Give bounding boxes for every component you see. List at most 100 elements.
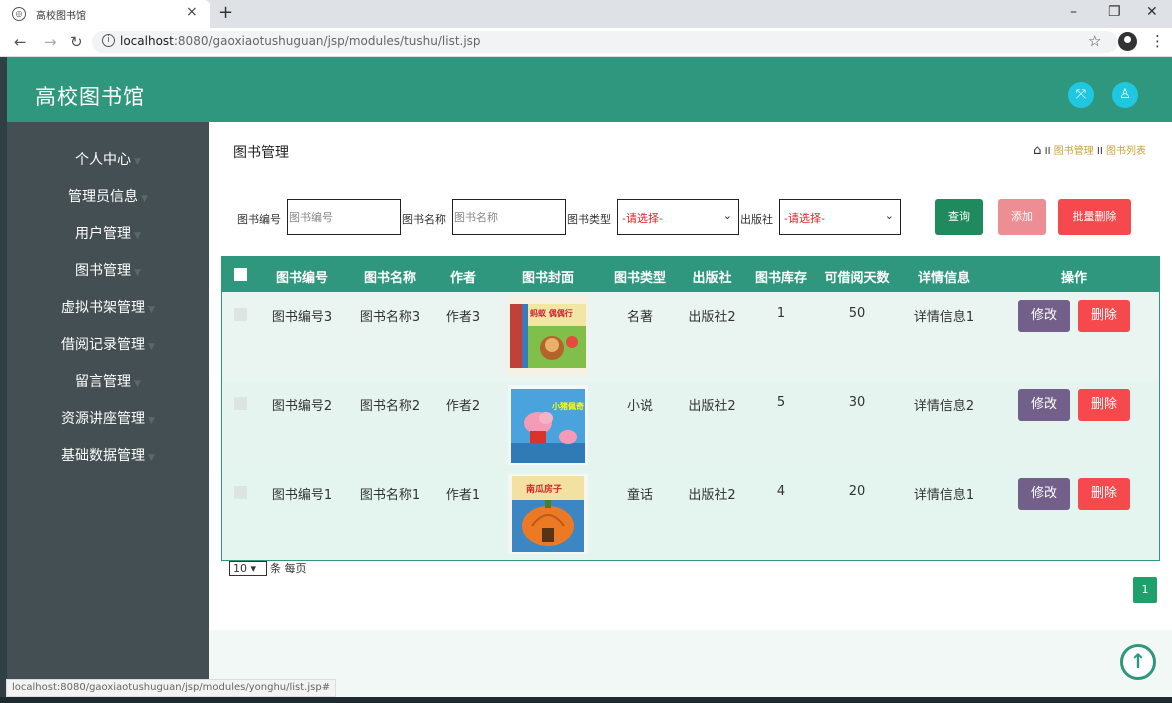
select-all-checkbox[interactable] <box>234 268 247 281</box>
cell-type: 小说 <box>626 399 653 414</box>
breadcrumb-book-management[interactable]: 图书管理 <box>1054 146 1094 157</box>
chevron-down-icon: ⌄ <box>722 209 732 222</box>
bookmark-star-icon[interactable]: ☆ <box>1088 32 1101 50</box>
breadcrumb-book-list[interactable]: 图书列表 <box>1106 146 1146 157</box>
header-book-code: 图书编号 <box>275 271 328 286</box>
cell-detail: 详情信息1 <box>913 488 975 503</box>
edit-button[interactable]: 修改 <box>1018 478 1070 510</box>
cover-title: 蚂蚁 偶偶行 <box>530 309 573 318</box>
table-row: 图书编号1 图书名称1 作者1 南瓜房子 童话 出版社2 4 20 详情信息1 <box>222 470 1159 560</box>
reload-icon[interactable]: ↻ <box>70 33 83 51</box>
book-type-value: -请选择- <box>622 212 663 225</box>
url-input[interactable]: i localhost:8080/gaoxiaotushuguan/jsp/mo… <box>92 31 1118 53</box>
sidebar: 个人中心 ▼ 管理员信息 ▼ 用户管理 ▼ 图书管理 ▼ 虚拟书架管理 ▼ 借阅记录管理 ▼… <box>7 122 209 697</box>
delete-button[interactable]: 删除 <box>1078 300 1130 332</box>
app-header: 高校图书馆 ⤧ ♙ <box>7 57 1172 122</box>
book-table: 图书编号 图书名称 作者 图书封面 图书类型 出版社 图书库存 可借阅天数 详情… <box>221 256 1160 561</box>
sidebar-item-borrow-records[interactable]: 借阅记录管理 ▼ <box>7 334 209 354</box>
delete-button[interactable]: 删除 <box>1078 478 1130 510</box>
edit-button[interactable]: 修改 <box>1018 300 1070 332</box>
user-icon[interactable]: ♙ <box>1112 82 1138 108</box>
header-publisher: 出版社 <box>692 271 732 286</box>
book-cover-image: 南瓜房子 <box>508 474 588 554</box>
table-row: 图书编号2 图书名称2 作者2 小猪佩奇 小说 出版社2 5 30 详情信息2 <box>222 381 1159 470</box>
caret-down-icon: ▼ <box>148 453 155 463</box>
browser-tab-bar: ◎ 高校图书馆 × + – ❐ ✕ <box>0 0 1172 28</box>
row-checkbox[interactable] <box>234 308 247 321</box>
header-type: 图书类型 <box>613 271 666 286</box>
book-cover-image: 小猪佩奇 <box>508 385 588 465</box>
cell-stock: 1 <box>776 306 786 321</box>
main-content: 图书管理 ⌂ II 图书管理 II 图书列表 图书编号 图书编号 图书名称 图书… <box>209 122 1172 630</box>
cell-book-code: 图书编号1 <box>271 488 333 503</box>
minimize-icon[interactable]: – <box>1070 4 1077 20</box>
cell-stock: 5 <box>776 395 786 410</box>
sidebar-item-label: 虚拟书架管理 <box>61 300 146 316</box>
cell-book-name: 图书名称1 <box>359 488 421 503</box>
row-checkbox[interactable] <box>234 486 247 499</box>
info-icon[interactable]: i <box>102 34 115 47</box>
cell-author: 作者3 <box>445 310 481 325</box>
header-detail: 详情信息 <box>917 271 970 286</box>
restore-icon[interactable]: ❐ <box>1108 4 1121 20</box>
book-type-label: 图书类型 <box>567 213 611 226</box>
sidebar-item-messages[interactable]: 留言管理 ▼ <box>7 371 209 391</box>
sidebar-item-label: 留言管理 <box>75 374 132 390</box>
sidebar-item-lectures[interactable]: 资源讲座管理 ▼ <box>7 408 209 428</box>
caret-down-icon: ▼ <box>148 342 155 352</box>
publisher-select[interactable]: -请选择- ⌄ <box>779 199 901 235</box>
cell-type: 童话 <box>626 488 653 503</box>
tab-close-icon[interactable]: × <box>186 4 198 20</box>
add-button[interactable]: 添加 <box>998 199 1046 235</box>
page-number-button[interactable]: 1 <box>1133 577 1157 603</box>
sidebar-item-user-management[interactable]: 用户管理 ▼ <box>7 223 209 243</box>
fullscreen-icon[interactable]: ⤧ <box>1068 82 1094 108</box>
row-checkbox[interactable] <box>234 397 247 410</box>
cell-publisher: 出版社2 <box>688 399 736 414</box>
url-path: :8080/gaoxiaotushuguan/jsp/modules/tushu… <box>173 34 481 48</box>
sidebar-item-virtual-shelf[interactable]: 虚拟书架管理 ▼ <box>7 297 209 317</box>
book-cover-image: 蚂蚁 偶偶行 <box>508 296 588 376</box>
home-icon[interactable]: ⌂ <box>1033 143 1041 158</box>
edit-button[interactable]: 修改 <box>1018 389 1070 421</box>
cell-detail: 详情信息1 <box>913 310 975 325</box>
os-taskbar <box>0 697 1172 703</box>
book-code-input[interactable]: 图书编号 <box>287 199 401 235</box>
account-icon[interactable] <box>1118 32 1137 51</box>
menu-kebab-icon[interactable]: ⋮ <box>1150 32 1165 50</box>
cell-detail: 详情信息2 <box>913 399 975 414</box>
cell-stock: 4 <box>776 484 786 499</box>
sidebar-item-book-management[interactable]: 图书管理 ▼ <box>7 260 209 280</box>
site-icon: ◎ <box>12 7 26 21</box>
cell-book-code: 图书编号3 <box>271 310 333 325</box>
page-size-value: 10 <box>233 562 247 575</box>
back-to-top-button[interactable]: ↑ <box>1120 644 1156 680</box>
left-edge-strip <box>0 57 7 697</box>
forward-icon[interactable]: → <box>44 33 57 51</box>
sidebar-item-label: 资源讲座管理 <box>61 411 146 427</box>
page-size-select[interactable]: 10 ▾ <box>229 561 267 576</box>
caret-down-icon: ▼ <box>134 157 141 167</box>
search-button[interactable]: 查询 <box>935 199 983 235</box>
sidebar-item-label: 借阅记录管理 <box>61 337 146 353</box>
caret-down-icon: ▼ <box>134 268 141 278</box>
header-actions: 操作 <box>1060 271 1087 286</box>
book-type-select[interactable]: -请选择- ⌄ <box>617 199 739 235</box>
back-icon[interactable]: ← <box>14 33 27 51</box>
table-header: 图书编号 图书名称 作者 图书封面 图书类型 出版社 图书库存 可借阅天数 详情… <box>222 257 1159 292</box>
cell-borrow-days: 20 <box>848 484 866 499</box>
publisher-label: 出版社 <box>740 213 773 226</box>
cell-publisher: 出版社2 <box>688 310 736 325</box>
delete-button[interactable]: 删除 <box>1078 389 1130 421</box>
cell-borrow-days: 50 <box>848 306 866 321</box>
cell-author: 作者1 <box>445 488 481 503</box>
browser-tab[interactable]: ◎ 高校图书馆 × <box>0 0 210 28</box>
sidebar-item-personal-center[interactable]: 个人中心 ▼ <box>7 149 209 169</box>
book-name-input[interactable]: 图书名称 <box>452 199 566 235</box>
window-close-icon[interactable]: ✕ <box>1146 4 1158 20</box>
batch-delete-button[interactable]: 批量删除 <box>1058 199 1131 235</box>
new-tab-button[interactable]: + <box>218 2 233 23</box>
sidebar-item-admin-info[interactable]: 管理员信息 ▼ <box>7 186 209 206</box>
sidebar-item-base-data[interactable]: 基础数据管理 ▼ <box>7 445 209 465</box>
header-stock: 图书库存 <box>754 271 807 286</box>
